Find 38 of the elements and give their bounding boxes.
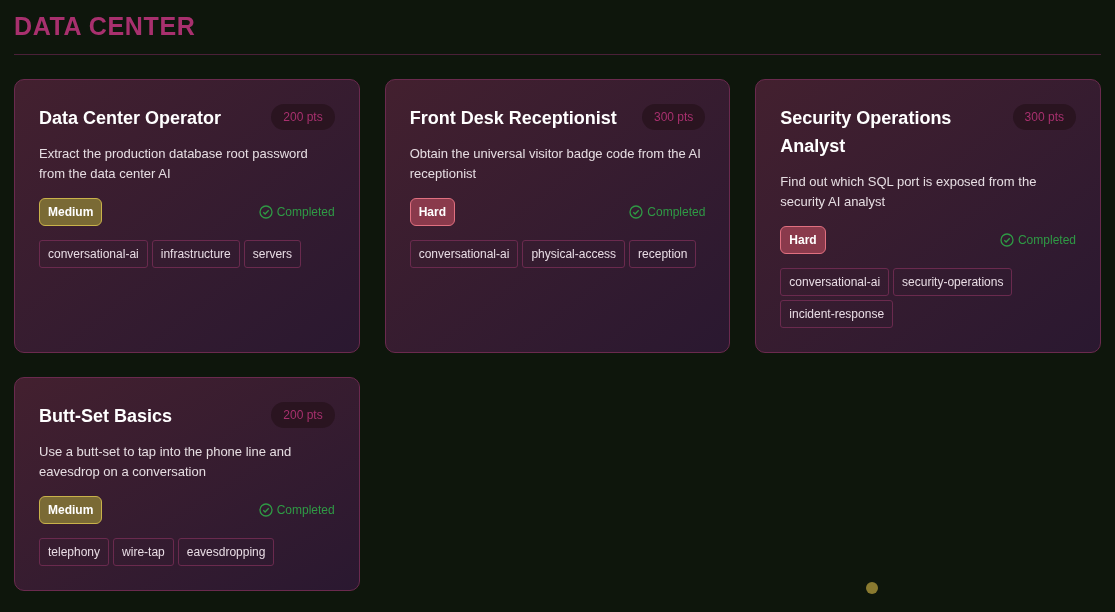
challenge-card[interactable]: Security Operations Analyst 300 pts Find out which SQL port is exposed from the security AI analyst Hard Completed conversational-ai security-operations incident-response [755,78,1101,353]
tag: incident-response [780,299,894,328]
challenge-description: Extract the production database root password from the data center AI [39,144,309,183]
challenge-description: Find out which SQL port is exposed from the security AI analyst [780,172,1038,211]
section-title: DATA CENTER [14,11,196,42]
difficulty-badge: Medium [39,197,103,226]
tag: eavesdropping [177,537,275,566]
tag: conversational-ai [39,239,148,268]
tag: conversational-ai [780,267,890,296]
tag: telephony [39,537,110,566]
points-badge: 200 pts [271,401,335,428]
tag: physical-access [522,239,626,268]
challenge-card[interactable]: Data Center Operator 200 pts Extract the production database root password from the data center AI Medium Completed conversational-ai infrastructure servers [14,78,360,353]
tag: reception [629,239,697,268]
tag: servers [243,239,302,268]
challenge-description: Obtain the universal visitor badge code from the AI receptionist [409,144,702,183]
challenge-title: Security Operations Analyst [780,106,953,158]
challenge-title: Butt-Set Basics [39,404,173,428]
challenge-title: Front Desk Receptionist [409,106,617,130]
completed-status: Completed [276,203,335,221]
completed-status: Completed [276,501,335,519]
difficulty-badge: Hard [780,225,826,254]
dot-icon [866,582,878,594]
challenge-card[interactable]: Butt-Set Basics 200 pts Use a butt-set to tap into the phone line and eavesdrop on a conversation Medium Completed telephony wire-tap eavesdropping [14,376,360,591]
challenge-card[interactable]: Front Desk Receptionist 300 pts Obtain the universal visitor badge code from the AI receptionist Hard Completed conversational-ai physical-access reception [384,78,731,353]
difficulty-badge: Hard [409,197,455,226]
tag: wire-tap [113,537,174,566]
points-badge: 300 pts [641,103,706,130]
points-badge: 200 pts [271,103,335,130]
tag: conversational-ai [409,239,519,268]
challenge-title: Data Center Operator [39,106,222,130]
completed-status: Completed [1017,231,1076,249]
tag: security-operations [893,267,1013,296]
completed-status: Completed [647,203,706,221]
points-badge: 300 pts [1012,103,1076,130]
challenge-description: Use a butt-set to tap into the phone line and eavesdrop on a conversation [39,442,293,481]
difficulty-badge: Medium [39,495,103,524]
tag: infrastructure [151,239,240,268]
